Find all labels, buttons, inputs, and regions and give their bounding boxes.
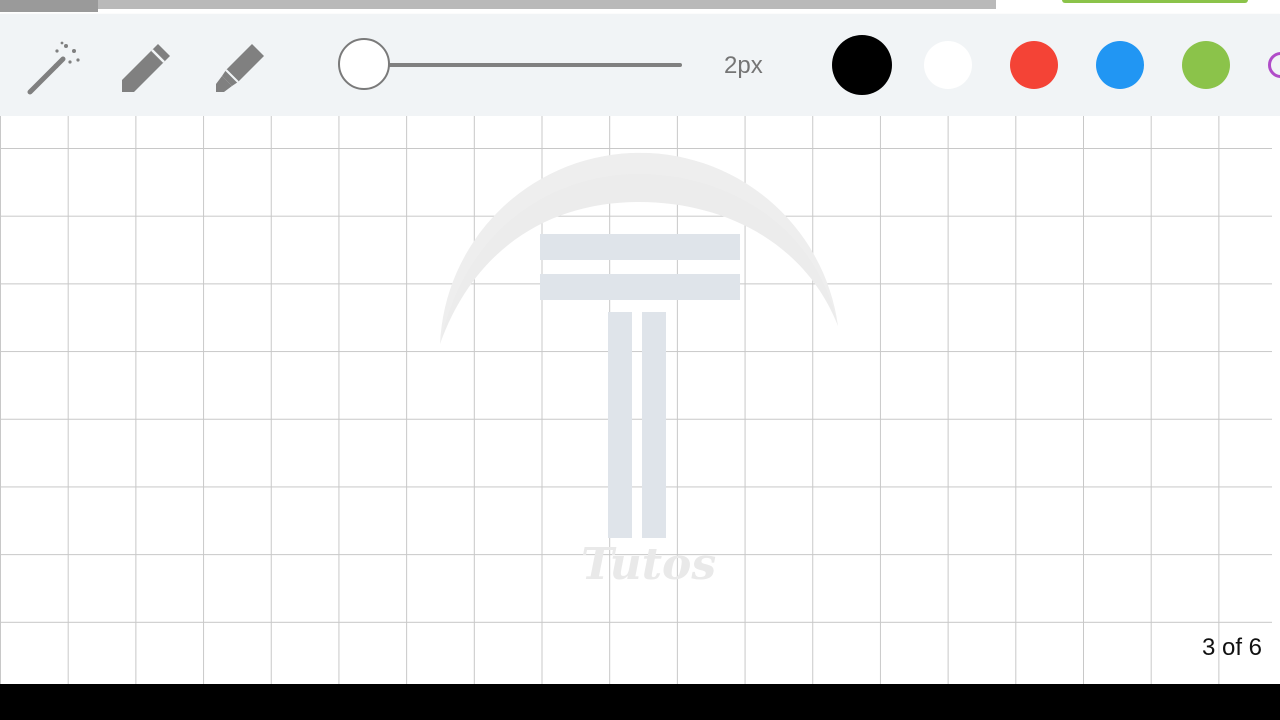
slider-thumb[interactable] [338,38,390,90]
color-swatch-purple[interactable] [1268,52,1280,78]
highlighter-tool[interactable] [212,40,268,96]
color-swatch-red[interactable] [1010,41,1058,89]
top-status-strip [0,0,1280,14]
canvas-edge [1272,116,1280,684]
pencil-tool[interactable] [118,40,174,96]
drawing-app: 2px Tutos 3 of 6 [0,0,1280,684]
drawing-canvas[interactable]: Tutos 3 of 6 [0,116,1272,684]
magic-wand-icon [27,41,80,95]
magic-wand-tool[interactable] [26,40,82,96]
tutos-watermark-logo: Tutos [440,152,838,590]
system-navigation-bar [0,684,1280,720]
stroke-size-label: 2px [724,52,763,79]
status-accent [1062,0,1248,3]
status-segment [0,0,98,12]
watermark-text: Tutos [581,539,716,590]
color-swatch-white[interactable] [924,41,972,89]
color-swatch-green[interactable] [1182,41,1230,89]
stroke-size-slider[interactable] [338,38,684,94]
marker-icon [216,44,264,92]
page-indicator: 3 of 6 [1201,634,1262,661]
color-swatch-black[interactable] [832,35,892,95]
drawing-toolbar: 2px [0,14,1280,116]
status-progress [98,0,996,9]
color-swatch-blue[interactable] [1096,41,1144,89]
slider-track[interactable] [366,63,682,67]
pencil-icon [122,44,170,92]
